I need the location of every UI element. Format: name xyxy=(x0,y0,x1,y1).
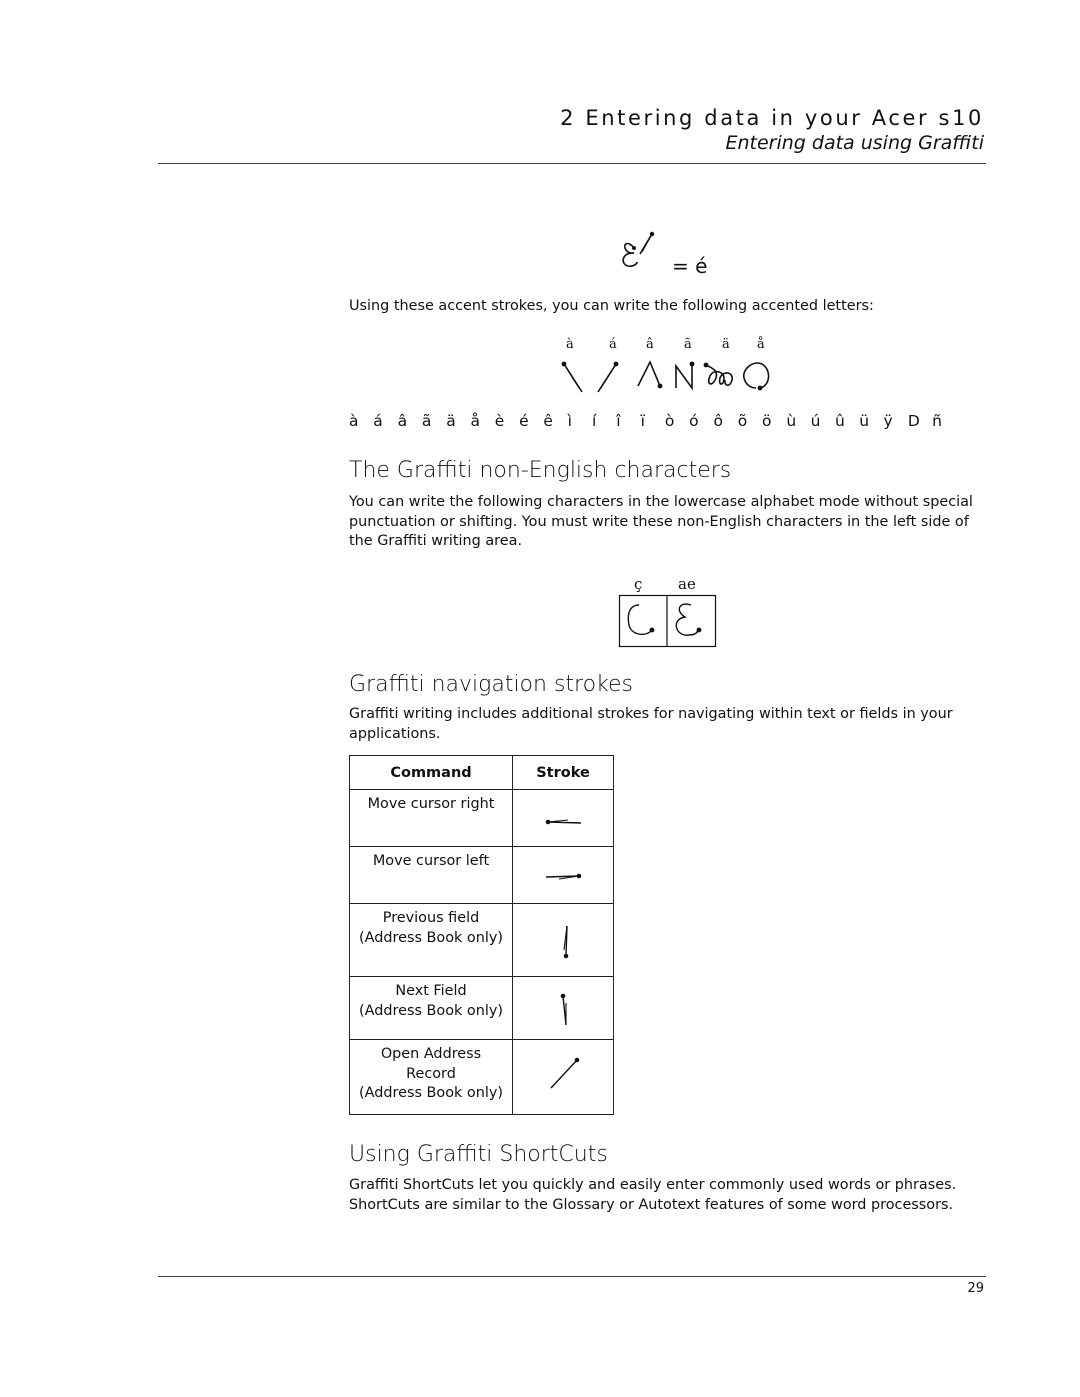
stroke-label-ring: å xyxy=(757,337,765,352)
table-row: Open Address Record (Address Book only) xyxy=(349,1039,614,1115)
accented-letter: é xyxy=(519,412,529,430)
tilde-stroke-icon xyxy=(675,361,695,391)
command-cell: Next Field xyxy=(395,983,467,999)
navigation-strokes-table: Command Stroke Move cursor right Move cu… xyxy=(349,755,614,1115)
accented-letter: D xyxy=(907,412,920,430)
navigation-body: Graffiti writing includes additional str… xyxy=(349,706,953,742)
column-header-command: Command xyxy=(349,755,513,790)
accent-strokes xyxy=(561,360,770,393)
accented-letter: å xyxy=(470,412,480,430)
circumflex-stroke-icon xyxy=(637,360,663,389)
accented-letter: ö xyxy=(762,412,772,430)
command-cell: Move cursor left xyxy=(372,853,490,869)
acute-accent-stroke-icon xyxy=(597,361,619,393)
command-cell-line2: Record xyxy=(406,1065,456,1082)
non-english-stroke-boxes xyxy=(618,594,717,648)
column-header-stroke: Stroke xyxy=(512,755,614,790)
accented-letter: ê xyxy=(543,412,553,430)
c-cedilla-stroke-icon xyxy=(627,604,655,636)
stroke-label-circumflex: â xyxy=(646,337,654,352)
grave-accent-stroke-icon xyxy=(561,361,583,393)
navigation-heading: Graffiti navigation strokes xyxy=(349,672,634,697)
table-row: Move cursor left xyxy=(349,846,614,904)
accented-letter: î xyxy=(616,412,621,430)
accented-letters-row: àáâãäåèéêì í î ï òóôõöùúûüÿDñ xyxy=(349,412,956,430)
accented-letter: á xyxy=(373,412,383,430)
non-english-body: You can write the following characters i… xyxy=(349,494,973,549)
accented-letter: ï xyxy=(640,412,645,430)
shortcuts-heading: Using Graffiti ShortCuts xyxy=(349,1142,608,1167)
accented-letter: õ xyxy=(737,412,748,430)
accented-letter: ô xyxy=(713,412,723,430)
previous-field-stroke-icon xyxy=(563,925,569,959)
move-cursor-left-stroke-icon xyxy=(545,873,582,880)
stroke-label-acute: á xyxy=(609,337,617,352)
footer-divider xyxy=(158,1276,986,1277)
command-cell-note: (Address Book only) xyxy=(359,929,503,946)
accented-letter: ä xyxy=(446,412,456,430)
shortcuts-body: Graffiti ShortCuts let you quickly and e… xyxy=(349,1176,1009,1215)
command-cell: Previous field xyxy=(382,910,480,926)
c-cedilla-label: ç xyxy=(634,575,643,593)
table-row: Move cursor right xyxy=(349,789,614,847)
accented-letter: ú xyxy=(810,412,821,430)
shortcuts-body-line: ShortCuts are similar to the Glossary or… xyxy=(349,1196,954,1213)
stroke-label-grave: à xyxy=(566,337,574,352)
accented-letter: í xyxy=(591,412,597,430)
accented-letter: à xyxy=(349,412,359,430)
accented-letter: ò xyxy=(664,412,675,430)
accented-letter: ÿ xyxy=(883,412,893,430)
non-english-heading: The Graffiti non-English characters xyxy=(349,458,732,483)
chapter-title: 2 Entering data in your Acer s10 xyxy=(560,106,984,130)
e-acute-stroke-icon xyxy=(622,231,655,267)
ae-stroke-icon xyxy=(675,603,702,636)
header-divider xyxy=(158,163,986,164)
accented-letter: ã xyxy=(421,412,432,430)
accented-letter: ñ xyxy=(932,412,942,430)
page-number: 29 xyxy=(967,1281,984,1296)
e-acute-result: = é xyxy=(672,254,708,278)
table-header-row: Command Stroke xyxy=(349,755,614,790)
shortcuts-body-line: Graffiti ShortCuts let you quickly and e… xyxy=(349,1177,957,1193)
ae-label: ae xyxy=(678,575,696,593)
next-field-stroke-icon xyxy=(560,993,567,1026)
command-cell-note: (Address Book only) xyxy=(359,1085,503,1101)
accent-caption: Using these accent strokes, you can writ… xyxy=(349,298,874,314)
accented-letter: â xyxy=(397,412,408,430)
accented-letter: ù xyxy=(786,412,797,430)
section-title: Entering data using Graffiti xyxy=(725,132,984,154)
umlaut-stroke-icon xyxy=(703,362,733,387)
open-address-record-stroke-icon xyxy=(550,1057,580,1089)
ring-stroke-icon xyxy=(742,362,770,391)
command-cell-note: (Address Book only) xyxy=(359,1002,503,1019)
table-row: Next Field (Address Book only) xyxy=(349,976,614,1040)
accented-letter: ü xyxy=(859,412,870,430)
accented-letter: ó xyxy=(689,412,699,430)
command-cell: Move cursor right xyxy=(367,796,495,812)
accented-letter: ì xyxy=(567,412,572,430)
table-row: Previous field (Address Book only) xyxy=(349,903,614,977)
stroke-label-umlaut: ä xyxy=(722,337,730,352)
accented-letter: û xyxy=(834,412,845,430)
accented-letter: è xyxy=(494,412,505,430)
command-cell: Open Address xyxy=(380,1046,482,1062)
move-cursor-right-stroke-icon xyxy=(545,819,582,825)
stroke-label-tilde: ã xyxy=(684,337,692,352)
